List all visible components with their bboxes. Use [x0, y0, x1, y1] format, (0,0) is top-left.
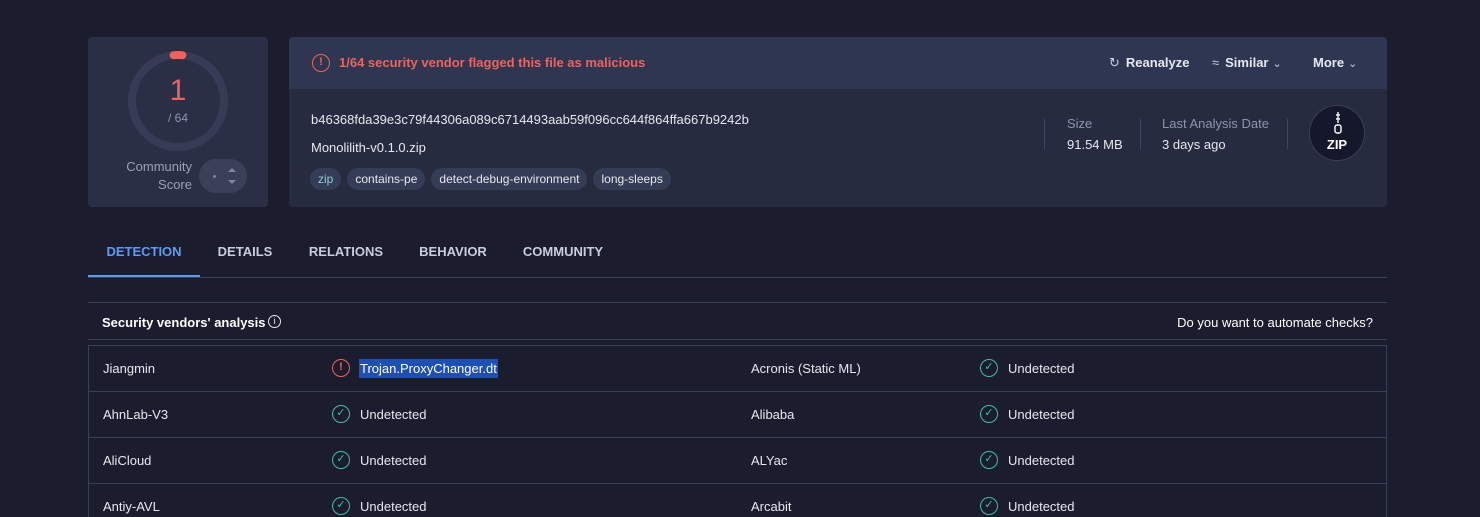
community-vote-control[interactable]: [199, 159, 247, 193]
more-dropdown[interactable]: More ⌄: [1313, 55, 1357, 70]
vendor-name: Acronis (Static ML): [751, 361, 861, 376]
info-icon[interactable]: i: [268, 315, 281, 328]
vendor-name: Jiangmin: [103, 361, 156, 376]
vendor-result: Undetected: [1008, 453, 1075, 468]
vendor-name: AliCloud: [103, 453, 152, 468]
detection-alert-bar: ! 1/64 security vendor flagged this file…: [289, 37, 1387, 89]
file-info-card: ! 1/64 security vendor flagged this file…: [289, 37, 1387, 207]
tag-detect-debug-environment[interactable]: detect-debug-environment: [431, 168, 588, 190]
vendor-result[interactable]: Trojan.ProxyChanger.dt: [359, 359, 498, 378]
vendor-result: Undetected: [360, 407, 427, 422]
tag-zip[interactable]: zip: [310, 168, 342, 190]
vendor-name: Antiy-AVL: [103, 499, 160, 514]
zip-file-icon: [1334, 112, 1342, 134]
divider: [1044, 119, 1045, 149]
vote-dot-icon: [213, 175, 216, 178]
tab-community[interactable]: COMMUNITY: [516, 230, 610, 277]
vendor-result: Undetected: [360, 453, 427, 468]
vendor-result: Undetected: [1008, 361, 1075, 376]
vendors-panel-title: Security vendors' analysis: [102, 315, 266, 330]
divider: [1140, 119, 1141, 149]
similar-icon: ≈: [1212, 55, 1220, 70]
check-circle-icon: ✓: [980, 405, 998, 423]
detection-count: 1: [169, 74, 187, 107]
file-type-badge: ZIP: [1309, 105, 1365, 161]
downvote-icon[interactable]: [228, 180, 236, 184]
detection-total: / 64: [167, 111, 188, 125]
tag-contains-pe[interactable]: contains-pe: [347, 168, 426, 190]
check-circle-icon: ✓: [980, 359, 998, 377]
table-row: AhnLab-V3 ✓ Undetected Alibaba ✓ Undetec…: [89, 392, 1386, 438]
chevron-down-icon: ⌄: [1348, 58, 1358, 70]
file-hash[interactable]: b46368fda39e3c79f44306a089c6714493aab59f…: [311, 112, 749, 127]
refresh-icon: ↻: [1109, 55, 1120, 70]
check-circle-icon: ✓: [332, 451, 350, 469]
tab-bar: DETECTION DETAILS RELATIONS BEHAVIOR COM…: [88, 230, 1387, 278]
check-circle-icon: ✓: [332, 405, 350, 423]
last-analysis-date-value: 3 days ago: [1162, 137, 1226, 152]
malicious-icon: !: [332, 359, 350, 377]
tab-relations[interactable]: RELATIONS: [302, 230, 390, 277]
community-score-label: Community Score: [126, 159, 192, 192]
community-score-card: 1 / 64 Community Score: [88, 37, 268, 207]
file-tags: zip contains-pe detect-debug-environment…: [310, 168, 671, 190]
vendor-name: AhnLab-V3: [103, 407, 169, 422]
chevron-down-icon: ⌄: [1272, 58, 1282, 70]
divider: [1287, 119, 1288, 149]
alert-circle-icon: !: [312, 54, 330, 72]
detection-alert-text: 1/64 security vendor flagged this file a…: [339, 55, 646, 70]
vendor-result: Undetected: [1008, 407, 1075, 422]
file-name: Monolilith-v0.1.0.zip: [311, 140, 426, 155]
tab-details[interactable]: DETAILS: [208, 230, 282, 277]
vendor-name: Arcabit: [751, 499, 792, 514]
check-circle-icon: ✓: [332, 497, 350, 515]
tag-long-sleeps[interactable]: long-sleeps: [593, 168, 671, 190]
check-circle-icon: ✓: [980, 497, 998, 515]
check-circle-icon: ✓: [980, 451, 998, 469]
file-type-label: ZIP: [1326, 137, 1348, 152]
size-value: 91.54 MB: [1067, 137, 1123, 152]
automate-checks-link[interactable]: Do you want to automate checks?: [1177, 315, 1373, 330]
table-row: AliCloud ✓ Undetected ALYac ✓ Undetected: [89, 438, 1386, 484]
tab-detection[interactable]: DETECTION: [88, 230, 200, 277]
size-label: Size: [1067, 116, 1093, 131]
table-row: Jiangmin ! Trojan.ProxyChanger.dt Acroni…: [89, 346, 1386, 392]
vendors-table: Jiangmin ! Trojan.ProxyChanger.dt Acroni…: [88, 345, 1387, 517]
table-row: Antiy-AVL ✓ Undetected Arcabit ✓ Undetec…: [89, 484, 1386, 517]
vendor-name: Alibaba: [751, 407, 795, 422]
vendor-result: Undetected: [360, 499, 427, 514]
similar-dropdown[interactable]: ≈ Similar ⌄: [1212, 55, 1282, 70]
vendor-result: Undetected: [1008, 499, 1075, 514]
last-analysis-date-label: Last Analysis Date: [1162, 116, 1269, 131]
reanalyze-button[interactable]: ↻ Reanalyze: [1109, 55, 1190, 71]
upvote-icon[interactable]: [228, 168, 236, 172]
vendors-panel-header: Security vendors' analysis i Do you want…: [88, 302, 1387, 340]
tab-behavior[interactable]: BEHAVIOR: [410, 230, 496, 277]
vendor-name: ALYac: [751, 453, 788, 468]
